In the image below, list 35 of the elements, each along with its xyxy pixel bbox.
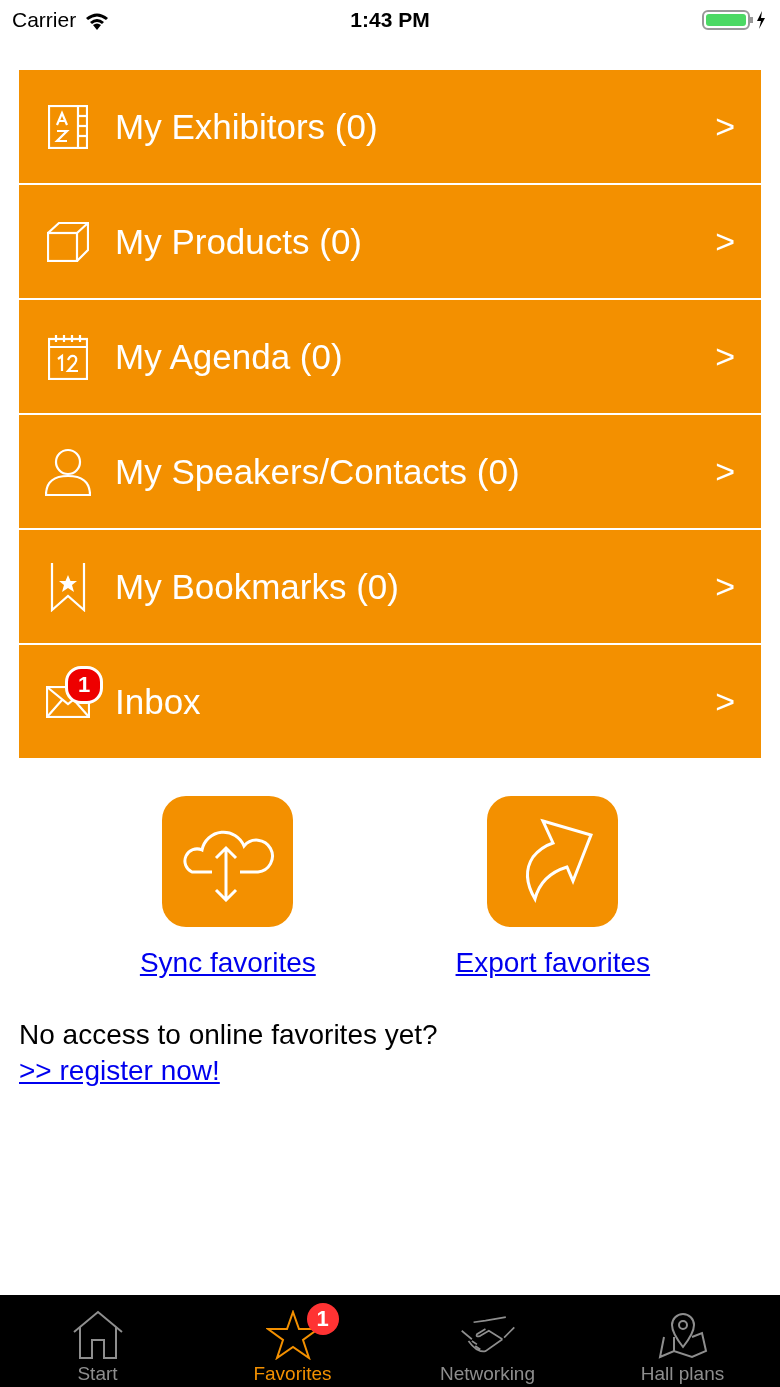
menu-label: My Exhibitors (0)	[115, 106, 379, 147]
tab-item[interactable]: Start	[0, 1295, 195, 1387]
action-link[interactable]: Export favorites	[455, 947, 651, 979]
count-badge: 1	[306, 1303, 339, 1335]
map-pin-icon	[657, 1311, 708, 1359]
notice-text: No access to online favorites yet?	[19, 1019, 438, 1051]
tab-item[interactable]: 1 Favorites	[195, 1295, 390, 1387]
chevron-icon: >	[715, 337, 735, 376]
menu-label: My Agenda (0)	[115, 336, 344, 377]
menu-label: Inbox	[115, 681, 202, 722]
tab-item[interactable]: Networking	[390, 1295, 585, 1387]
menu-row[interactable]: 1 Inbox >	[19, 645, 761, 758]
home-icon	[71, 1310, 124, 1360]
tab-item[interactable]: Hall plans	[585, 1295, 780, 1387]
carrier-name: Carrier	[12, 8, 77, 32]
register-link[interactable]: >> register now!	[19, 1055, 220, 1087]
sync-tile[interactable]	[162, 796, 294, 927]
directory-icon	[48, 104, 88, 149]
action-link[interactable]: Sync favorites	[139, 947, 316, 979]
chevron-icon: >	[715, 567, 735, 606]
bookmark-icon	[50, 561, 86, 612]
chevron-icon: >	[715, 452, 735, 491]
chevron-icon: >	[715, 682, 735, 721]
clock-time: 1:43 PM	[350, 8, 430, 31]
export-tile[interactable]	[487, 796, 619, 927]
chevron-icon: >	[715, 222, 735, 261]
cube-icon	[47, 221, 89, 262]
battery-icon	[702, 9, 768, 31]
menu-label: My Speakers/Contacts (0)	[115, 451, 521, 492]
calendar-icon	[48, 333, 88, 380]
menu-label: My Products (0)	[115, 221, 363, 262]
chevron-icon: >	[715, 107, 735, 146]
menu-label: My Bookmarks (0)	[115, 566, 400, 607]
unread-badge: 1	[65, 665, 103, 704]
person-icon	[45, 447, 91, 496]
